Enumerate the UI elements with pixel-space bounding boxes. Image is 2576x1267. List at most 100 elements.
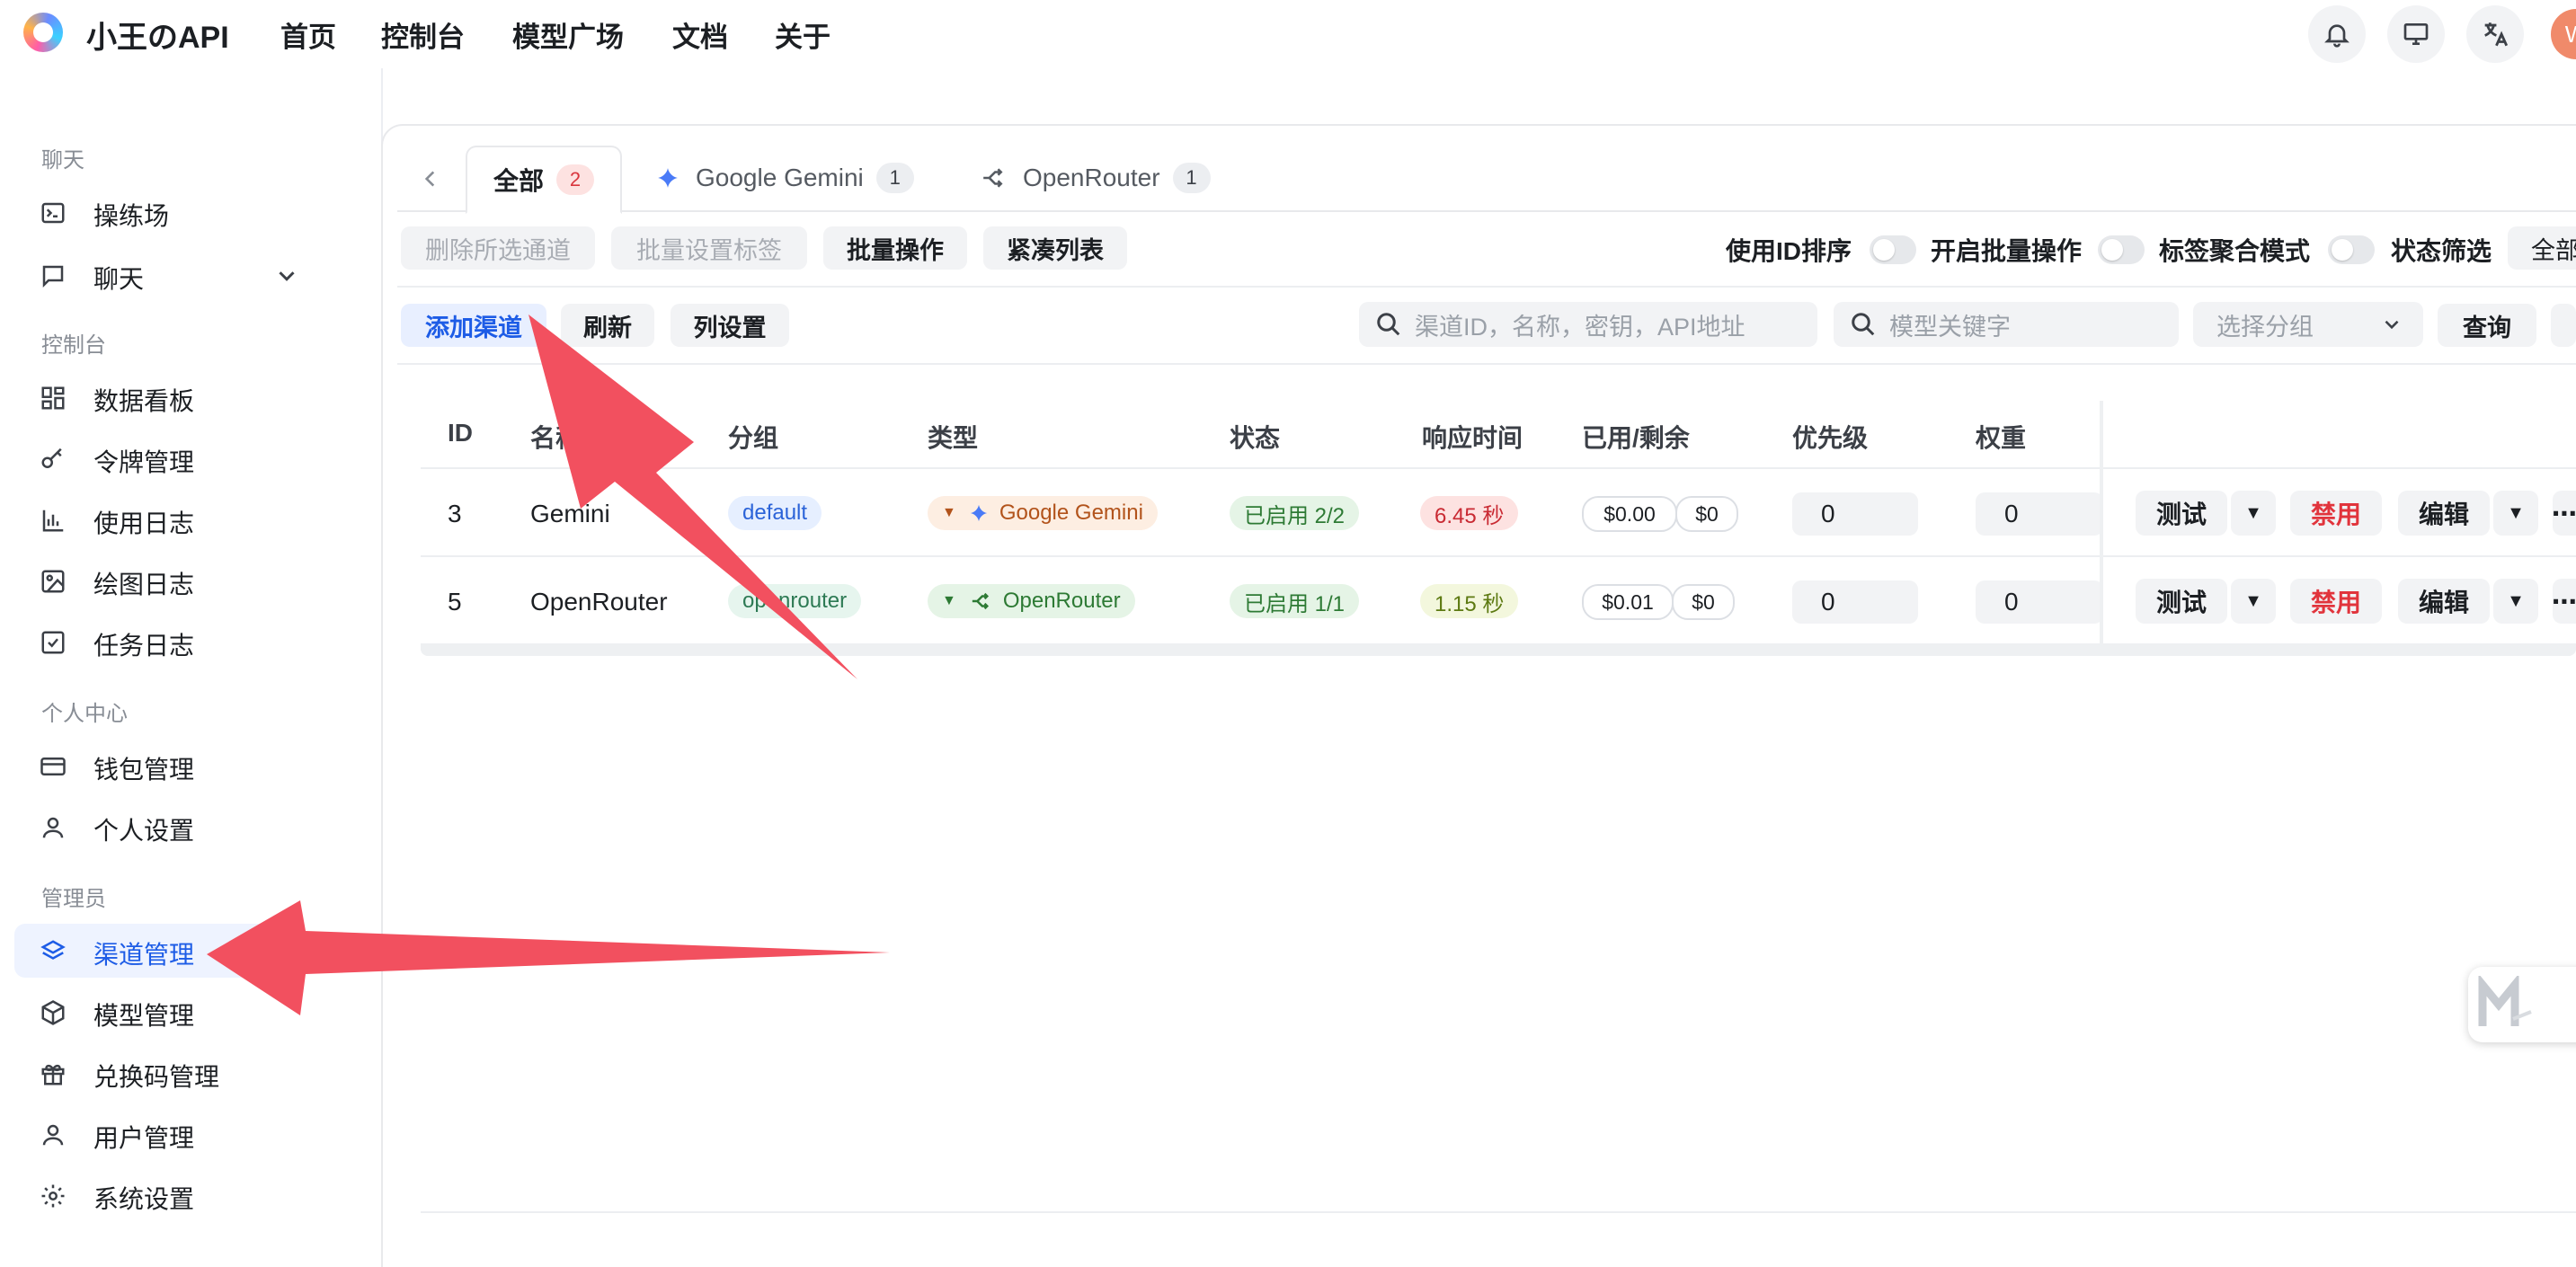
sidebar-item-label: 系统设置 xyxy=(93,1185,195,1213)
disable-button[interactable]: 禁用 xyxy=(2290,579,2382,624)
status-filter-select[interactable]: 全部 xyxy=(2508,226,2576,270)
type-tag[interactable]: ▼ OpenRouter xyxy=(928,584,1135,618)
tab-divider xyxy=(397,210,2576,212)
table-footer-divider xyxy=(421,1211,2576,1213)
type-tag[interactable]: ▼ Google Gemini xyxy=(928,496,1158,530)
logo-icon[interactable] xyxy=(23,13,63,52)
batch-tag-button[interactable]: 批量设置标签 xyxy=(611,226,807,270)
status-badge: 已启用 2/2 xyxy=(1230,496,1360,530)
priority-input[interactable]: 0 xyxy=(1792,492,1918,536)
compact-list-button[interactable]: 紧凑列表 xyxy=(983,226,1127,270)
status-badge: 已启用 1/1 xyxy=(1230,584,1360,618)
edit-dropdown-button[interactable]: ▼ xyxy=(2493,579,2538,624)
sort-by-id-toggle[interactable] xyxy=(1870,235,1916,264)
nav-model-square[interactable]: 模型广场 xyxy=(512,14,624,55)
weight-input[interactable]: 0 xyxy=(1976,580,2103,624)
used-quota-pill: $0.00 xyxy=(1582,496,1677,532)
sidebar-item-label: 操练场 xyxy=(93,202,170,230)
chat-icon xyxy=(42,265,64,288)
group-select[interactable]: 选择分组 xyxy=(2193,302,2423,347)
weight-input[interactable]: 0 xyxy=(1976,492,2103,536)
checkbox-icon xyxy=(41,631,65,654)
col-priority: 优先级 xyxy=(1792,424,1869,452)
user-icon xyxy=(42,1124,64,1146)
gear-icon xyxy=(41,1184,65,1208)
sidebar-item-task-log[interactable]: 任务日志 xyxy=(14,615,302,669)
sidebar: 聊天 操练场 聊天 控制台 数据看板 令牌管理 使用日志 绘图日志 任务日志 个… xyxy=(0,68,383,1247)
latency-badge: 1.15 秒 xyxy=(1420,584,1519,618)
openrouter-icon xyxy=(983,168,1003,188)
channel-search-placeholder: 渠道ID，名称，密钥，API地址 xyxy=(1415,313,1745,341)
channel-search-input[interactable]: 渠道ID，名称，密钥，API地址 xyxy=(1359,302,1817,347)
remain-quota-pill: $0 xyxy=(1672,584,1735,620)
priority-input[interactable]: 0 xyxy=(1792,580,1918,624)
fixed-column-divider xyxy=(2100,401,2103,645)
sidebar-item-profile[interactable]: 个人设置 xyxy=(14,800,302,854)
nav-docs[interactable]: 文档 xyxy=(672,14,728,55)
sidebar-item-label: 钱包管理 xyxy=(93,756,195,784)
sidebar-item-chat[interactable]: 聊天 xyxy=(14,248,302,302)
sidebar-item-drawing-log[interactable]: 绘图日志 xyxy=(14,554,302,607)
sidebar-section-admin: 管理员 xyxy=(41,887,106,911)
caret-down-icon: ▼ xyxy=(2507,590,2525,611)
sidebar-item-label: 渠道管理 xyxy=(93,941,195,969)
floating-widget[interactable] xyxy=(2468,967,2576,1042)
batch-ops-button[interactable]: 批量操作 xyxy=(823,226,967,270)
brand-title[interactable]: 小王のAPI xyxy=(86,13,229,57)
model-keyword-input[interactable]: 模型关键字 xyxy=(1834,302,2179,347)
bell-icon[interactable] xyxy=(2308,5,2366,63)
sidebar-item-users[interactable]: 用户管理 xyxy=(14,1107,302,1161)
test-button[interactable]: 测试 xyxy=(2136,579,2227,624)
sidebar-item-label: 数据看板 xyxy=(93,387,195,415)
nav-home[interactable]: 首页 xyxy=(280,14,336,55)
reset-button[interactable] xyxy=(2551,304,2576,347)
chevron-down-icon[interactable] xyxy=(273,262,300,289)
sidebar-item-label: 兑换码管理 xyxy=(93,1063,220,1091)
test-dropdown-button[interactable]: ▼ xyxy=(2231,491,2276,536)
tag-agg-toggle[interactable] xyxy=(2328,235,2375,264)
caret-down-icon: ▼ xyxy=(2244,502,2262,523)
tab-all[interactable]: 全部 2 xyxy=(466,146,622,214)
nav-about[interactable]: 关于 xyxy=(775,14,831,55)
delete-selected-button[interactable]: 删除所选通道 xyxy=(401,226,595,270)
chevron-left-icon[interactable] xyxy=(419,165,442,192)
user-icon xyxy=(42,817,64,838)
bar-chart-icon xyxy=(42,509,64,532)
test-dropdown-button[interactable]: ▼ xyxy=(2231,579,2276,624)
used-quota-pill: $0.01 xyxy=(1582,584,1674,620)
sidebar-item-dashboard[interactable]: 数据看板 xyxy=(14,370,302,424)
query-button[interactable]: 查询 xyxy=(2438,304,2536,347)
cell-id: 5 xyxy=(448,588,462,616)
edit-button[interactable]: 编辑 xyxy=(2398,491,2490,536)
sidebar-item-usage-log[interactable]: 使用日志 xyxy=(14,492,302,546)
annotation-arrow-left xyxy=(207,900,890,1015)
edit-dropdown-button[interactable]: ▼ xyxy=(2493,491,2538,536)
sidebar-item-label: 用户管理 xyxy=(93,1124,195,1152)
top-bar: 小王のAPI 首页 控制台 模型广场 文档 关于 W xyxy=(0,0,2576,68)
col-status: 状态 xyxy=(1230,424,1281,452)
nav-console[interactable]: 控制台 xyxy=(381,14,465,55)
sidebar-item-tokens[interactable]: 令牌管理 xyxy=(14,431,302,485)
latency-badge: 6.45 秒 xyxy=(1420,496,1519,530)
translate-icon[interactable] xyxy=(2466,5,2524,63)
type-label: Google Gemini xyxy=(999,501,1143,525)
chevron-down-icon xyxy=(2385,320,2399,330)
sidebar-item-label: 绘图日志 xyxy=(93,571,195,598)
enable-batch-toggle[interactable] xyxy=(2098,235,2145,264)
sidebar-item-redeem[interactable]: 兑换码管理 xyxy=(14,1046,302,1100)
test-button[interactable]: 测试 xyxy=(2136,491,2227,536)
tab-google-gemini[interactable]: Google Gemini 1 xyxy=(656,146,914,210)
more-icon[interactable]: ⋯ xyxy=(2552,491,2576,536)
sidebar-item-wallet[interactable]: 钱包管理 xyxy=(14,739,302,793)
tab-openrouter[interactable]: OpenRouter 1 xyxy=(980,146,1211,210)
sidebar-item-settings[interactable]: 系统设置 xyxy=(14,1168,302,1222)
sidebar-item-label: 令牌管理 xyxy=(93,448,195,476)
disable-button[interactable]: 禁用 xyxy=(2290,491,2382,536)
more-icon[interactable]: ⋯ xyxy=(2552,579,2576,624)
sidebar-section-personal: 个人中心 xyxy=(41,702,128,726)
monitor-icon[interactable] xyxy=(2387,5,2445,63)
toolbar-divider xyxy=(397,286,2576,288)
avatar[interactable]: W xyxy=(2551,9,2576,59)
sidebar-item-playground[interactable]: 操练场 xyxy=(14,185,302,239)
edit-button[interactable]: 编辑 xyxy=(2398,579,2490,624)
